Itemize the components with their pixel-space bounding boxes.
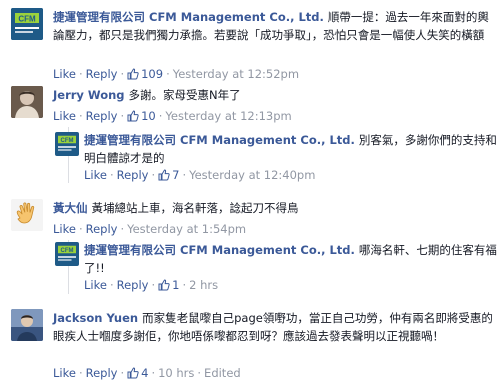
comment-actions: Like · Reply · 4 · 10 hrs · Edited: [53, 366, 241, 380]
comment-author[interactable]: 捷運管理有限公司 CFM Management Co., Ltd.: [53, 10, 324, 24]
comment-text: 多謝。家母受惠N年了: [128, 88, 241, 102]
avatar[interactable]: [11, 199, 43, 231]
comment-cfm-reply-2: CFM 捷運管理有限公司 CFM Management Co., Ltd. 哪海名…: [55, 241, 499, 295]
timestamp[interactable]: Yesterday at 12:52pm: [173, 67, 299, 81]
reply-link[interactable]: Reply: [117, 168, 149, 182]
reply-link[interactable]: Reply: [86, 67, 118, 81]
comment-actions: Like · Reply · 109 · Yesterday at 12:52pm: [53, 67, 300, 81]
profile-photo-icon: [11, 309, 43, 341]
timestamp[interactable]: Yesterday at 12:13pm: [165, 109, 291, 123]
like-link[interactable]: Like: [53, 366, 76, 380]
like-link[interactable]: Like: [84, 168, 107, 182]
comment-wong-tai-sin: 黃大仙 黃埔總站上車，海名軒落，諗起刀不得鳥 Like · Reply · Yesterd…: [11, 199, 499, 239]
comment-actions: Like · Reply · 10 · Yesterday at 12:13pm: [53, 109, 292, 123]
timestamp[interactable]: Yesterday at 12:40pm: [189, 168, 315, 182]
comment-jerry-wong: Jerry Wong 多謝。家母受惠N年了 Like · Reply · 10 · Yeste…: [11, 86, 499, 126]
avatar[interactable]: CFM: [55, 242, 79, 266]
like-link[interactable]: Like: [53, 109, 76, 123]
reply-link[interactable]: Reply: [86, 109, 118, 123]
reply-link[interactable]: Reply: [86, 366, 118, 380]
svg-text:CFM: CFM: [18, 15, 36, 24]
avatar[interactable]: [11, 86, 43, 118]
like-count[interactable]: 4: [127, 366, 148, 380]
comment-body: Jackson Yuen 而家隻老鼠嚟自己page領嘢功，當正自己功勞，仲有兩名即…: [53, 309, 499, 345]
reply-link[interactable]: Reply: [117, 278, 149, 292]
edited-label[interactable]: Edited: [204, 366, 241, 380]
comment-jackson-yuen: Jackson Yuen 而家隻老鼠嚟自己page領嘢功，當正自己功勞，仲有兩名即…: [11, 309, 499, 381]
comment-cfm-1: CFM 捷運管理有限公司 CFM Management Co., Ltd. 順帶一…: [11, 8, 499, 82]
thumbs-up-icon: [127, 110, 139, 122]
comment-author[interactable]: 捷運管理有限公司 CFM Management Co., Ltd.: [84, 243, 355, 257]
comment-cfm-reply-1: CFM 捷運管理有限公司 CFM Management Co., Ltd. 別客氣…: [55, 131, 499, 183]
like-link[interactable]: Like: [84, 278, 107, 292]
waving-hand-icon: [11, 199, 43, 231]
like-count[interactable]: 1: [158, 278, 179, 292]
comment-body: 捷運管理有限公司 CFM Management Co., Ltd. 別客氣，多謝你…: [84, 131, 499, 167]
thumbs-up-icon: [158, 279, 170, 291]
like-link[interactable]: Like: [53, 67, 76, 81]
cfm-logo-icon: CFM: [11, 8, 43, 40]
comment-body: 黃大仙 黃埔總站上車，海名軒落，諗起刀不得鳥: [53, 199, 499, 217]
avatar[interactable]: CFM: [11, 8, 43, 40]
avatar[interactable]: [11, 309, 43, 341]
comment-author[interactable]: Jackson Yuen: [53, 311, 138, 325]
comment-author[interactable]: 黃大仙: [53, 201, 88, 215]
cfm-logo-icon: CFM: [55, 242, 79, 266]
like-count[interactable]: 109: [127, 67, 163, 81]
comment-body: Jerry Wong 多謝。家母受惠N年了: [53, 86, 499, 104]
timestamp[interactable]: 10 hrs: [158, 366, 194, 380]
thumbs-up-icon: [127, 68, 139, 80]
avatar[interactable]: CFM: [55, 132, 79, 156]
thumbs-up-icon: [158, 169, 170, 181]
timestamp[interactable]: 2 hrs: [189, 278, 218, 292]
comment-text: 黃埔總站上車，海名軒落，諗起刀不得鳥: [91, 201, 299, 215]
comment-author[interactable]: 捷運管理有限公司 CFM Management Co., Ltd.: [84, 133, 355, 147]
like-link[interactable]: Like: [53, 222, 76, 236]
like-count[interactable]: 10: [127, 109, 156, 123]
comment-body: 捷運管理有限公司 CFM Management Co., Ltd. 順帶一提：過去…: [53, 8, 499, 44]
comment-author[interactable]: Jerry Wong: [53, 88, 125, 102]
comment-actions: Like · Reply · 7 · Yesterday at 12:40pm: [84, 168, 316, 182]
cfm-logo-icon: CFM: [55, 132, 79, 156]
profile-photo-icon: [11, 86, 43, 118]
timestamp[interactable]: Yesterday at 1:54pm: [127, 222, 246, 236]
thumbs-up-icon: [127, 367, 139, 379]
like-count[interactable]: 7: [158, 168, 179, 182]
reply-link[interactable]: Reply: [86, 222, 118, 236]
svg-text:CFM: CFM: [61, 248, 74, 254]
comment-body: 捷運管理有限公司 CFM Management Co., Ltd. 哪海名軒、七期…: [84, 241, 499, 277]
comment-actions: Like · Reply · Yesterday at 1:54pm: [53, 222, 247, 236]
comment-actions: Like · Reply · 1 · 2 hrs: [84, 278, 219, 292]
svg-text:CFM: CFM: [61, 138, 74, 144]
